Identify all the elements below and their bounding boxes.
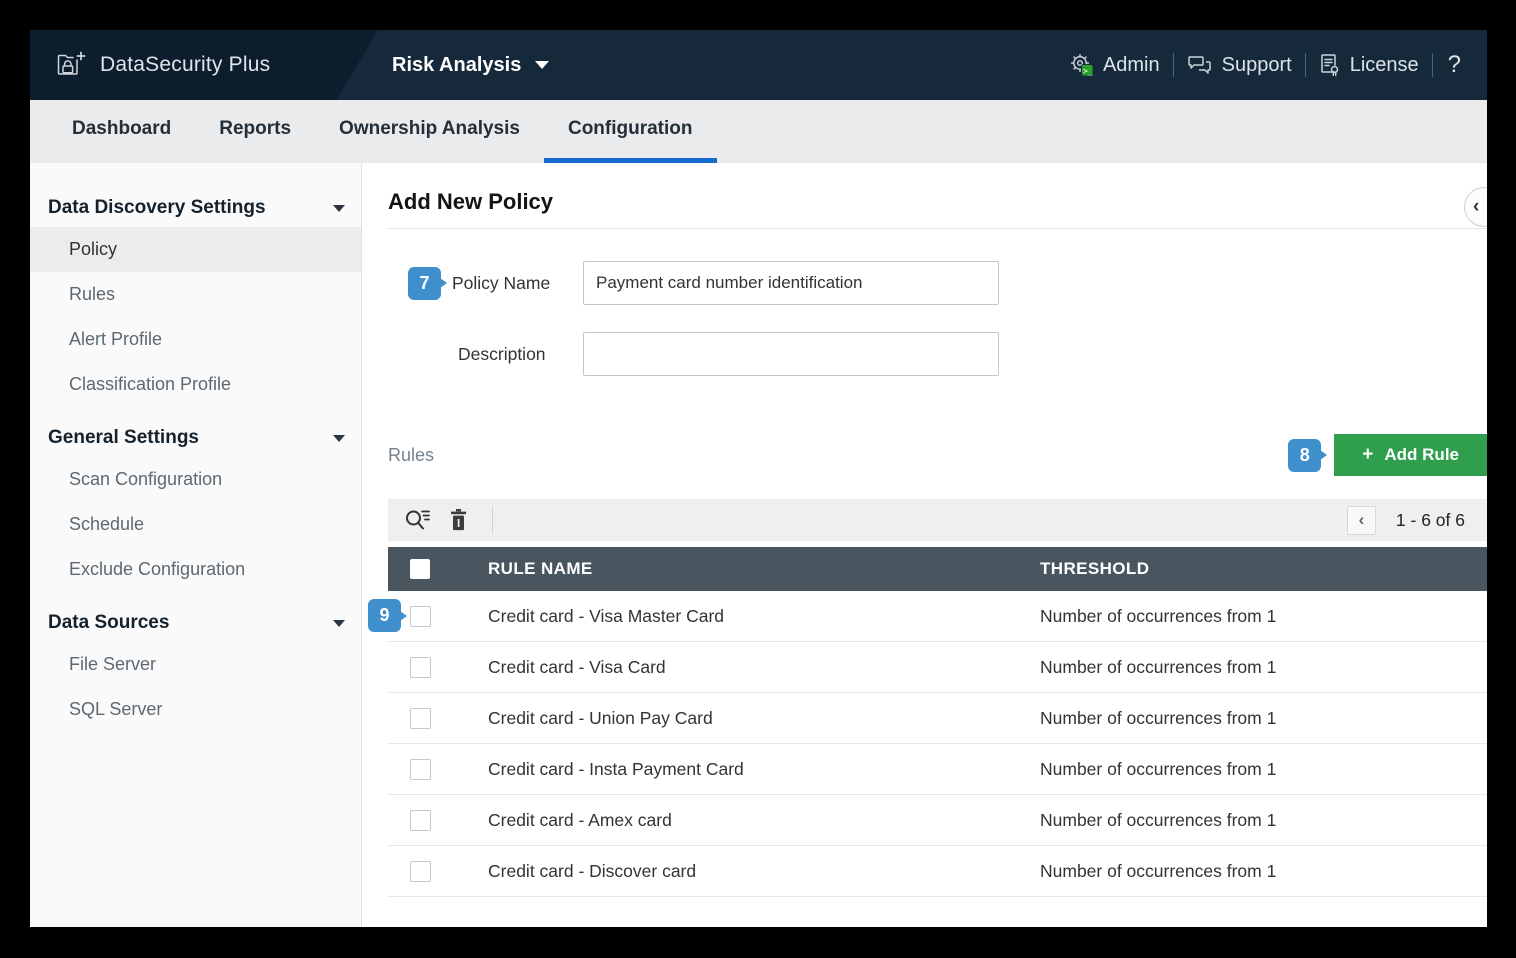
sidebar-item-exclude-configuration[interactable]: Exclude Configuration bbox=[30, 547, 361, 592]
callout-badge-8: 8 bbox=[1288, 438, 1328, 472]
support-menu[interactable]: Support bbox=[1187, 54, 1292, 77]
chat-bubbles-icon bbox=[1187, 54, 1213, 76]
threshold-cell: Number of occurrences from 1 bbox=[1040, 809, 1277, 830]
row-checkbox[interactable] bbox=[410, 860, 431, 882]
admin-label: Admin bbox=[1102, 53, 1160, 76]
title-divider bbox=[388, 228, 1487, 229]
row-checkbox[interactable] bbox=[410, 707, 431, 729]
rule-name-cell: Credit card - Union Pay Card bbox=[488, 707, 713, 728]
app-title: DataSecurity Plus bbox=[100, 53, 271, 76]
sidebar-item-rules[interactable]: Rules bbox=[30, 272, 361, 317]
admin-menu[interactable]: >_ Admin bbox=[1070, 53, 1160, 77]
header-divider bbox=[1304, 53, 1306, 77]
sidebar-item-scan-configuration[interactable]: Scan Configuration bbox=[30, 457, 361, 502]
pagination: ‹ 1 - 6 of 6 bbox=[1346, 505, 1465, 535]
rule-name-cell: Credit card - Amex card bbox=[488, 809, 672, 830]
support-label: Support bbox=[1221, 53, 1292, 76]
module-name: Risk Analysis bbox=[392, 53, 522, 76]
sidebar-item-sql-server[interactable]: SQL Server bbox=[30, 687, 361, 732]
rule-name-cell: Credit card - Visa Master Card bbox=[488, 605, 725, 626]
header-divider bbox=[1431, 53, 1433, 77]
pagination-range: 1 - 6 of 6 bbox=[1395, 509, 1465, 530]
main-nav: Dashboard Reports Ownership Analysis Con… bbox=[30, 100, 1487, 163]
table-row: Credit card - Insta Payment Card Number … bbox=[388, 744, 1487, 795]
threshold-cell: Number of occurrences from 1 bbox=[1040, 707, 1277, 728]
folder-lock-plus-icon bbox=[56, 51, 86, 79]
settings-sidebar: Data Discovery Settings Policy Rules Ale… bbox=[30, 163, 362, 927]
search-filter-icon[interactable] bbox=[404, 508, 431, 533]
rules-toolbar: ‹ 1 - 6 of 6 bbox=[388, 499, 1487, 541]
callout-badge-7: 7 bbox=[408, 266, 447, 300]
rule-name-cell: Credit card - Visa Card bbox=[488, 656, 666, 677]
add-rule-label: Add Rule bbox=[1384, 445, 1459, 464]
sidebar-group-data-sources[interactable]: Data Sources bbox=[30, 604, 361, 642]
column-header-rule-name: RULE NAME bbox=[488, 559, 593, 578]
svg-text:>_: >_ bbox=[1083, 67, 1093, 76]
header-links: >_ Admin Support License ? bbox=[1070, 51, 1463, 79]
chevron-down-icon bbox=[333, 205, 345, 212]
previous-page-button[interactable]: ‹ bbox=[1346, 505, 1376, 535]
row-checkbox[interactable] bbox=[410, 809, 431, 831]
sidebar-item-classification-profile[interactable]: Classification Profile bbox=[30, 362, 361, 407]
column-header-threshold: THRESHOLD bbox=[1040, 559, 1150, 578]
tab-reports[interactable]: Reports bbox=[195, 100, 315, 163]
threshold-cell: Number of occurrences from 1 bbox=[1040, 605, 1277, 626]
rules-header-row: Rules 8 + Add Rule bbox=[388, 434, 1487, 476]
license-label: License bbox=[1349, 53, 1419, 76]
rule-name-cell: Credit card - Insta Payment Card bbox=[488, 758, 744, 779]
sidebar-item-policy[interactable]: Policy bbox=[30, 227, 361, 272]
tab-ownership-analysis[interactable]: Ownership Analysis bbox=[315, 100, 544, 163]
threshold-cell: Number of occurrences from 1 bbox=[1040, 656, 1277, 677]
license-certificate-icon bbox=[1319, 53, 1341, 77]
row-checkbox[interactable] bbox=[410, 656, 431, 678]
table-row: Credit card - Union Pay Card Number of o… bbox=[388, 693, 1487, 744]
help-button[interactable]: ? bbox=[1446, 51, 1463, 79]
sidebar-item-schedule[interactable]: Schedule bbox=[30, 502, 361, 547]
description-label: Description bbox=[458, 343, 546, 364]
sidebar-group-data-discovery-settings[interactable]: Data Discovery Settings bbox=[30, 189, 361, 227]
top-header: DataSecurity Plus Risk Analysis >_ Admin… bbox=[30, 30, 1487, 100]
main-content: ‹ Add New Policy 7 Policy Name Descripti… bbox=[362, 163, 1487, 927]
description-input[interactable] bbox=[583, 332, 999, 376]
policy-name-row: 7 Policy Name bbox=[388, 261, 1487, 305]
table-row: 9 Credit card - Visa Master Card Number … bbox=[368, 591, 1487, 642]
sidebar-item-file-server[interactable]: File Server bbox=[30, 642, 361, 687]
chevron-down-icon bbox=[333, 620, 345, 627]
add-rule-button[interactable]: + Add Rule bbox=[1334, 434, 1487, 476]
page-title: Add New Policy bbox=[388, 189, 554, 214]
policy-name-input[interactable] bbox=[583, 261, 999, 305]
rules-table-header: RULE NAME THRESHOLD bbox=[388, 547, 1487, 591]
toolbar-divider bbox=[492, 507, 493, 533]
gear-terminal-icon: >_ bbox=[1070, 53, 1094, 77]
tab-dashboard[interactable]: Dashboard bbox=[48, 100, 195, 163]
app-window: DataSecurity Plus Risk Analysis >_ Admin… bbox=[30, 30, 1487, 927]
table-row: Credit card - Amex card Number of occurr… bbox=[388, 795, 1487, 846]
tab-configuration[interactable]: Configuration bbox=[543, 100, 717, 163]
license-menu[interactable]: License bbox=[1319, 53, 1419, 77]
delete-icon[interactable] bbox=[449, 509, 468, 531]
header-divider bbox=[1172, 53, 1174, 77]
chevron-down-icon bbox=[333, 435, 345, 442]
row-checkbox[interactable] bbox=[410, 605, 431, 627]
sidebar-group-general-settings[interactable]: General Settings bbox=[30, 419, 361, 457]
sidebar-item-alert-profile[interactable]: Alert Profile bbox=[30, 317, 361, 362]
callout-badge-9: 9 bbox=[368, 599, 407, 632]
rule-name-cell: Credit card - Discover card bbox=[488, 860, 697, 881]
logo-section: DataSecurity Plus bbox=[30, 30, 378, 100]
rules-section-label: Rules bbox=[388, 444, 435, 465]
select-all-checkbox[interactable] bbox=[410, 559, 430, 579]
chevron-left-icon: ‹ bbox=[1473, 196, 1480, 217]
chevron-down-icon bbox=[535, 61, 550, 69]
row-checkbox[interactable] bbox=[410, 758, 431, 780]
threshold-cell: Number of occurrences from 1 bbox=[1040, 860, 1277, 881]
description-row: Description bbox=[388, 332, 1487, 376]
table-row: Credit card - Visa Card Number of occurr… bbox=[388, 642, 1487, 693]
plus-icon: + bbox=[1362, 444, 1374, 465]
module-switcher[interactable]: Risk Analysis bbox=[392, 53, 550, 77]
threshold-cell: Number of occurrences from 1 bbox=[1040, 758, 1277, 779]
table-row: Credit card - Discover card Number of oc… bbox=[388, 846, 1487, 897]
